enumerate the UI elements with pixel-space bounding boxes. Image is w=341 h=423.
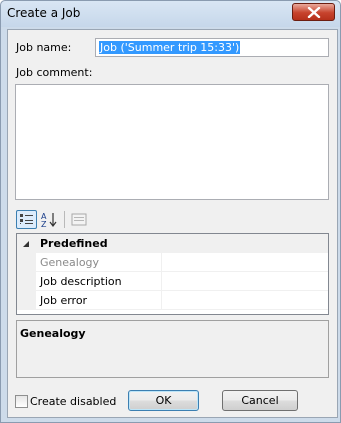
close-button[interactable] (292, 3, 335, 21)
create-disabled-checkbox[interactable] (15, 395, 28, 408)
toolbar-separator (64, 211, 65, 228)
property-pages-icon (69, 213, 90, 232)
help-title: Genealogy (20, 327, 86, 340)
job-name-label: Job name: (16, 41, 72, 54)
categorized-button[interactable] (16, 210, 37, 229)
job-name-input[interactable]: Job ('Summer trip 15:33') (95, 38, 329, 57)
ok-button-label: OK (155, 394, 172, 407)
property-name: Job description (40, 275, 122, 288)
property-pages-button[interactable] (69, 210, 90, 229)
ok-button[interactable]: OK (128, 390, 199, 411)
category-row[interactable]: Predefined (17, 234, 328, 253)
property-name: Job error (40, 294, 88, 307)
dialog-body: Job name: Job ('Summer trip 15:33') Job … (7, 29, 338, 418)
property-help-pane: Genealogy (16, 320, 329, 378)
collapse-icon[interactable] (22, 238, 30, 251)
alphabetical-sort-icon: A Z (39, 212, 60, 232)
create-disabled-label[interactable]: Create disabled (30, 395, 116, 408)
alphabetical-button[interactable]: A Z (39, 210, 60, 229)
create-job-dialog: Create a Job Job name: Job ('Summer trip… (0, 0, 341, 423)
window-title: Create a Job (7, 6, 81, 20)
svg-text:Z: Z (41, 220, 47, 229)
property-row[interactable]: Job error (17, 291, 328, 310)
categorized-view-icon (17, 214, 36, 231)
category-label: Predefined (40, 237, 108, 250)
property-grid: Predefined Genealogy Job description Job… (16, 233, 329, 315)
property-name: Genealogy (40, 256, 100, 269)
job-comment-label: Job comment: (16, 66, 93, 79)
cancel-button[interactable]: Cancel (222, 390, 298, 411)
title-bar: Create a Job (1, 1, 340, 27)
job-name-value: Job ('Summer trip 15:33') (99, 41, 241, 54)
property-row[interactable]: Job description (17, 272, 328, 291)
job-comment-textarea[interactable] (15, 84, 329, 200)
property-row[interactable]: Genealogy (17, 253, 328, 272)
cancel-button-label: Cancel (241, 394, 279, 407)
